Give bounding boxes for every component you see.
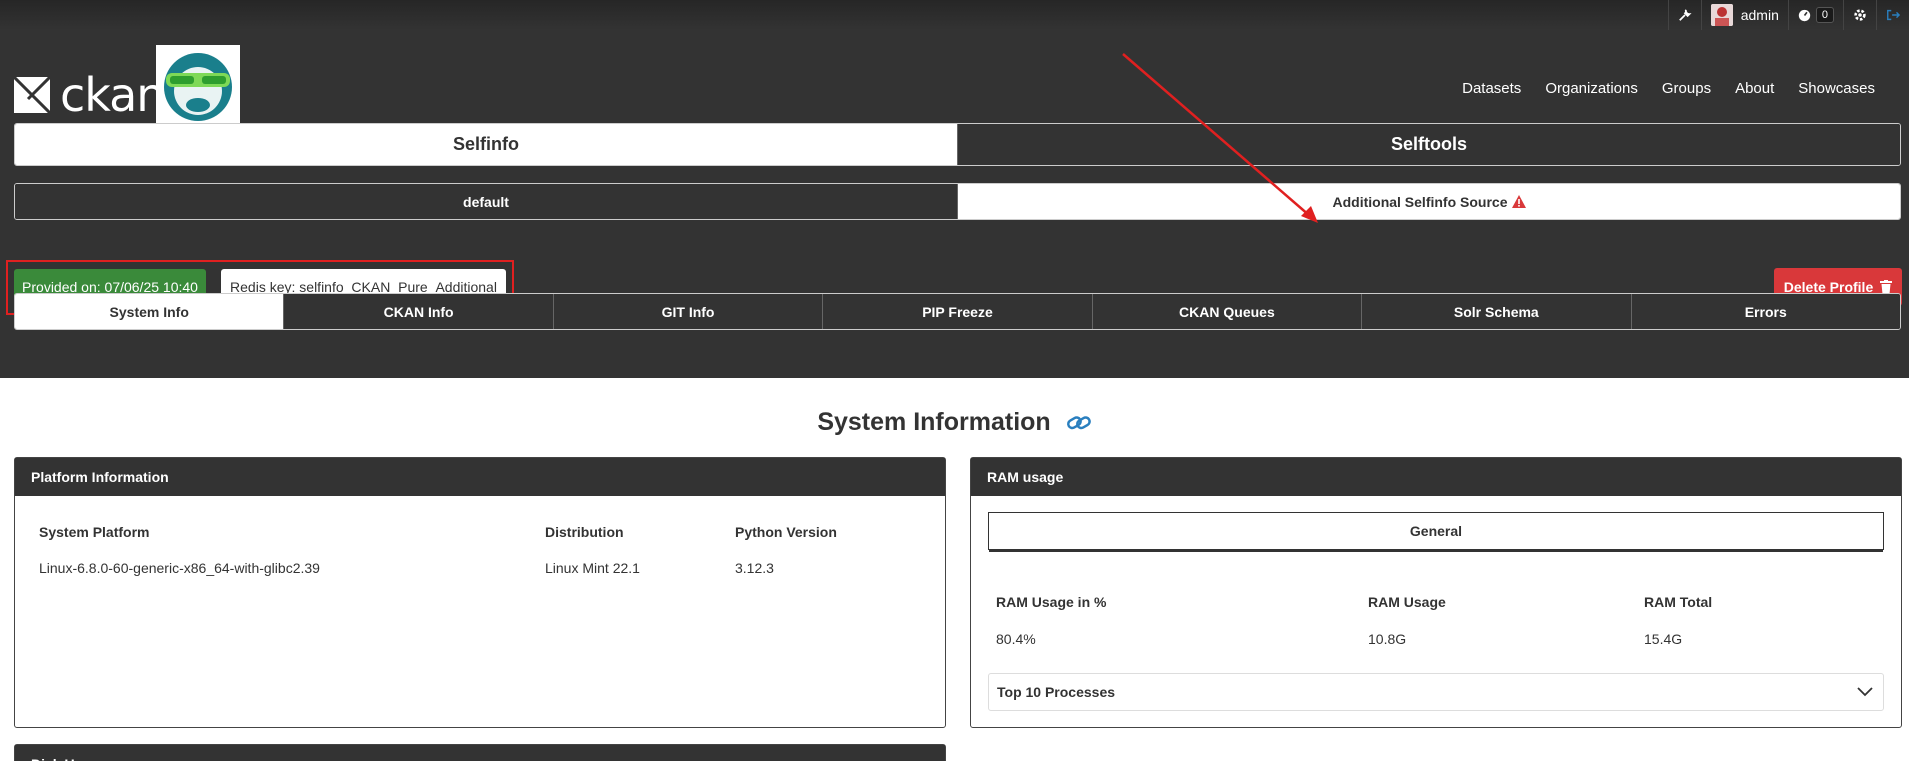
section-tabs: System Info CKAN Info GIT Info PIP Freez…	[14, 293, 1901, 330]
platform-table: System Platform Distribution Python Vers…	[15, 458, 947, 729]
tab-selftools[interactable]: Selftools	[957, 124, 1900, 165]
platform-header-distribution: Distribution	[545, 524, 624, 540]
tab-ckan-info[interactable]: CKAN Info	[283, 294, 553, 329]
tab-selfinfo[interactable]: Selfinfo	[15, 124, 957, 165]
username: admin	[1740, 7, 1779, 23]
page-title-text: System Information	[817, 408, 1051, 436]
warning-icon	[1511, 195, 1526, 208]
ram-header-usage: RAM Usage	[1368, 594, 1446, 610]
monkey-logo	[156, 45, 240, 129]
source-tabs: default Additional Selfinfo Source	[14, 183, 1901, 220]
avatar	[1710, 4, 1733, 26]
tab-errors[interactable]: Errors	[1630, 294, 1900, 329]
tab-ckan-queues[interactable]: CKAN Queues	[1091, 294, 1362, 329]
tab-additional-source-label: Additional Selfinfo Source	[1332, 193, 1508, 210]
chevron-down-icon	[1857, 687, 1873, 697]
page-title: System Information	[0, 408, 1909, 437]
main-nav: Datasets Organizations Groups About Show…	[1450, 80, 1887, 97]
tab-default-source[interactable]: default	[15, 184, 957, 219]
nav-about[interactable]: About	[1723, 80, 1786, 97]
platform-panel: Platform Information System Platform Dis…	[14, 457, 946, 728]
settings-link[interactable]	[1843, 0, 1876, 30]
disk-panel: Disk Usage	[14, 744, 946, 761]
ram-value-percent: 80.4%	[996, 631, 1036, 647]
platform-value-system: Linux-6.8.0-60-generic-x86_64-with-glibc…	[39, 560, 320, 576]
ram-panel: RAM usage General RAM Usage in % RAM Usa…	[970, 457, 1902, 728]
disk-panel-title: Disk Usage	[15, 745, 945, 761]
platform-value-distribution: Linux Mint 22.1	[545, 560, 640, 576]
logout-icon	[1887, 9, 1900, 21]
account-masthead: admin 0	[1667, 0, 1909, 30]
tab-additional-source[interactable]: Additional Selfinfo Source	[957, 184, 1900, 219]
ckan-envelope-icon	[14, 77, 50, 113]
tab-system-info[interactable]: System Info	[15, 294, 284, 329]
tab-git-info[interactable]: GIT Info	[552, 294, 823, 329]
logo-text: ckan	[60, 68, 165, 122]
ram-value-total: 15.4G	[1644, 631, 1683, 647]
account-bar: admin 0	[0, 0, 1909, 30]
link-icon[interactable]	[1066, 413, 1092, 433]
sysadmin-link[interactable]	[1667, 0, 1701, 30]
ram-value-usage: 10.8G	[1368, 631, 1407, 647]
tab-pip-freeze[interactable]: PIP Freeze	[822, 294, 1092, 329]
nav-showcases[interactable]: Showcases	[1786, 80, 1887, 97]
platform-header-python: Python Version	[735, 524, 837, 540]
nav-groups[interactable]: Groups	[1650, 80, 1723, 97]
tab-solr-schema[interactable]: Solr Schema	[1361, 294, 1631, 329]
site-logo[interactable]: ckan	[14, 68, 165, 122]
wrench-icon	[1678, 9, 1692, 21]
dashboard-link[interactable]: 0	[1787, 0, 1843, 30]
nav-organizations[interactable]: Organizations	[1533, 80, 1650, 97]
nav-datasets[interactable]: Datasets	[1450, 80, 1533, 97]
notification-badge: 0	[1815, 7, 1834, 23]
top-processes-label: Top 10 Processes	[997, 684, 1116, 700]
main-tabs: Selfinfo Selftools	[14, 123, 1901, 166]
logout-link[interactable]	[1876, 0, 1909, 30]
dashboard-icon	[1798, 9, 1811, 21]
platform-header-system: System Platform	[39, 524, 150, 540]
ram-header-percent: RAM Usage in %	[996, 594, 1107, 610]
top-processes-accordion[interactable]: Top 10 Processes	[988, 673, 1884, 711]
ram-header-total: RAM Total	[1644, 594, 1713, 610]
gear-icon	[1854, 9, 1866, 21]
platform-value-python: 3.12.3	[735, 560, 774, 576]
user-link[interactable]: admin	[1700, 0, 1788, 30]
trash-icon	[1880, 280, 1893, 294]
